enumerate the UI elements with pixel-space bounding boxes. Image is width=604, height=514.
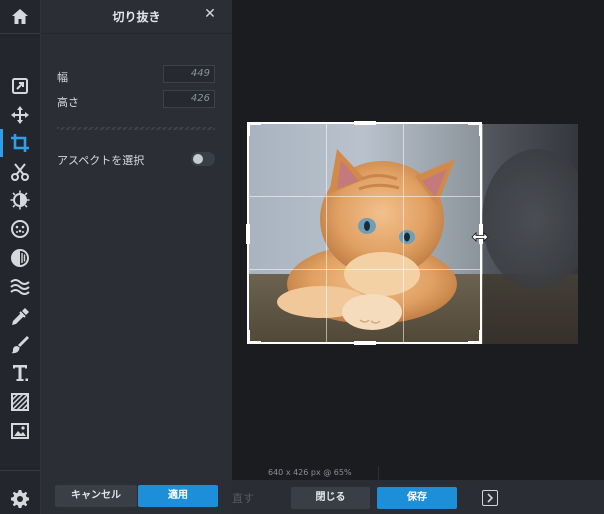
grid-line	[249, 196, 480, 197]
aspect-label: アスペクトを選択	[57, 154, 145, 167]
close-button[interactable]: 閉じる	[291, 487, 370, 509]
status-divider	[378, 466, 379, 480]
bottom-toolbar: 直す 閉じる 保存	[232, 480, 604, 514]
pattern-icon[interactable]	[0, 387, 40, 417]
grid-line	[326, 124, 327, 342]
text-icon[interactable]	[0, 358, 40, 388]
panel-toggle-icon[interactable]	[482, 490, 498, 506]
height-input[interactable]: 426	[163, 90, 215, 108]
crop-icon[interactable]	[0, 128, 40, 158]
apply-button[interactable]: 適用	[138, 485, 218, 507]
width-input[interactable]: 449	[163, 65, 215, 83]
grid-line	[249, 269, 480, 270]
crop-handle-tr[interactable]	[479, 122, 482, 136]
tool-rail	[0, 0, 41, 514]
crop-handle-bottom[interactable]	[354, 341, 376, 345]
rail-divider	[0, 33, 40, 34]
brush-icon[interactable]	[0, 330, 40, 360]
crop-handle-bl[interactable]	[247, 330, 250, 344]
cancel-button[interactable]: キャンセル	[55, 485, 137, 507]
image-icon[interactable]	[0, 416, 40, 446]
adjust-icon[interactable]	[0, 185, 40, 215]
crop-handle-br[interactable]	[479, 330, 482, 344]
toggle-knob	[193, 154, 203, 164]
resize-cursor-icon	[471, 232, 489, 242]
crop-handle-tl[interactable]	[247, 122, 250, 136]
liquify-icon[interactable]	[0, 272, 40, 302]
outside-crop-shade	[483, 124, 578, 344]
crop-frame[interactable]	[246, 121, 483, 345]
width-label: 幅	[57, 71, 68, 84]
crop-handle-top[interactable]	[354, 121, 376, 125]
height-label: 高さ	[57, 96, 79, 109]
canvas-size-readout: 640 x 426 px @ 65%	[268, 468, 352, 477]
panel-divider	[41, 33, 232, 34]
aspect-toggle[interactable]	[191, 152, 215, 166]
rail-divider	[0, 470, 40, 471]
redo-button[interactable]: 直す	[232, 490, 254, 506]
crop-handle-left[interactable]	[246, 224, 250, 244]
color-picker-icon[interactable]	[0, 302, 40, 332]
filter-icon[interactable]	[0, 243, 40, 273]
resize-icon[interactable]	[0, 71, 40, 101]
settings-icon[interactable]	[0, 484, 40, 514]
crop-panel: 切り抜き ✕ 幅 449 高さ 426 アスペクトを選択 キャンセル 適用	[41, 0, 232, 514]
cut-icon[interactable]	[0, 157, 40, 187]
close-icon[interactable]: ✕	[202, 6, 218, 22]
home-icon[interactable]	[0, 2, 40, 32]
section-divider	[57, 127, 215, 130]
move-icon[interactable]	[0, 100, 40, 130]
effect-icon[interactable]	[0, 214, 40, 244]
grid-line	[403, 124, 404, 342]
status-bar: 640 x 426 px @ 65%	[232, 466, 604, 480]
save-button[interactable]: 保存	[377, 487, 457, 509]
